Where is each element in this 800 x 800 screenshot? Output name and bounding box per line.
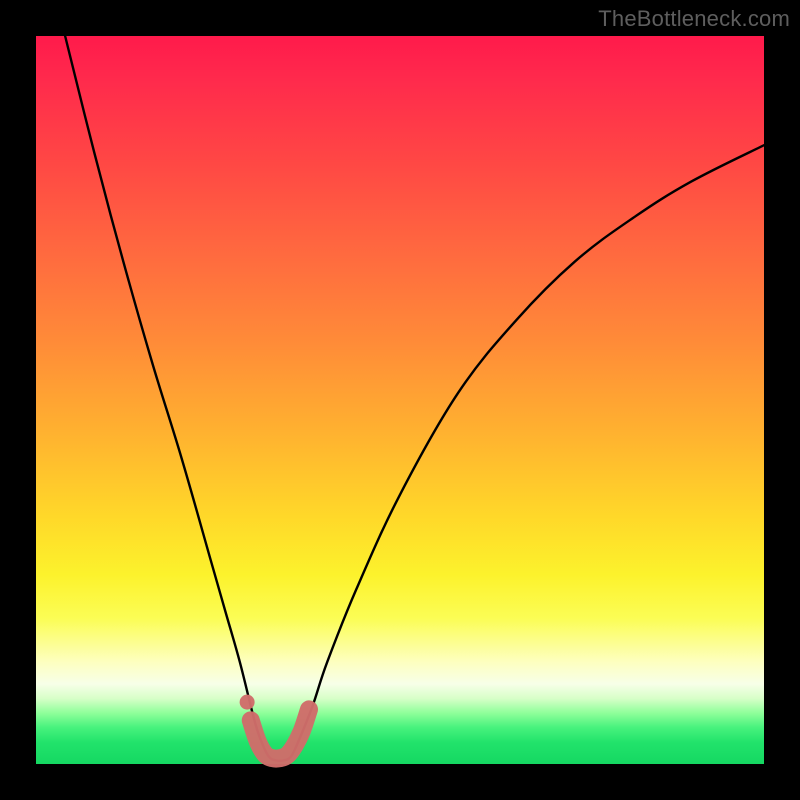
bottleneck-curve xyxy=(65,36,764,761)
watermark-text: TheBottleneck.com xyxy=(598,6,790,32)
chart-frame: TheBottleneck.com xyxy=(0,0,800,800)
highlight-dot xyxy=(240,695,255,710)
plot-area xyxy=(36,36,764,764)
highlight-band xyxy=(251,709,309,758)
chart-svg xyxy=(36,36,764,764)
